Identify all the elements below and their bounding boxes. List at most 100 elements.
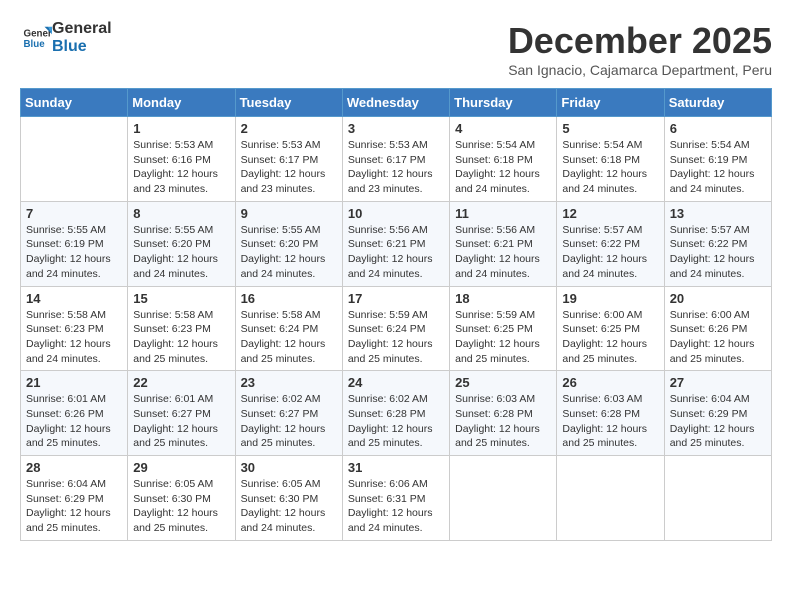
- calendar-cell: 18 Sunrise: 5:59 AMSunset: 6:25 PMDayligh…: [450, 286, 557, 371]
- logo-general-text: General: [52, 20, 112, 38]
- cell-sun-info: Sunrise: 5:54 AMSunset: 6:18 PMDaylight:…: [455, 138, 551, 197]
- cell-sun-info: Sunrise: 5:53 AMSunset: 6:17 PMDaylight:…: [348, 138, 444, 197]
- calendar-week-row: 14 Sunrise: 5:58 AMSunset: 6:23 PMDayligh…: [21, 286, 772, 371]
- cell-sun-info: Sunrise: 6:05 AMSunset: 6:30 PMDaylight:…: [133, 477, 229, 536]
- month-title: December 2025: [508, 20, 772, 62]
- cell-sun-info: Sunrise: 5:54 AMSunset: 6:19 PMDaylight:…: [670, 138, 766, 197]
- calendar-week-row: 28Sunrise: 6:04 AMSunset: 6:29 PMDayligh…: [21, 456, 772, 541]
- cell-sun-info: Sunrise: 5:53 AMSunset: 6:16 PMDaylight:…: [133, 138, 229, 197]
- cell-day-number: 22: [133, 375, 229, 390]
- cell-day-number: 10: [348, 206, 444, 221]
- logo-icon: General Blue: [22, 23, 52, 53]
- cell-day-number: 1: [133, 121, 229, 136]
- cell-day-number: 13: [670, 206, 766, 221]
- cell-day-number: 30: [241, 460, 337, 475]
- cell-sun-info: Sunrise: 6:00 AMSunset: 6:25 PMDaylight:…: [562, 308, 658, 367]
- calendar-cell: 16Sunrise: 5:58 AMSunset: 6:24 PMDayligh…: [235, 286, 342, 371]
- cell-day-number: 17: [348, 291, 444, 306]
- cell-day-number: 20: [670, 291, 766, 306]
- calendar-cell: 21Sunrise: 6:01 AMSunset: 6:26 PMDayligh…: [21, 371, 128, 456]
- calendar-cell: 22Sunrise: 6:01 AMSunset: 6:27 PMDayligh…: [128, 371, 235, 456]
- cell-day-number: 29: [133, 460, 229, 475]
- cell-day-number: 8: [133, 206, 229, 221]
- calendar-cell: [21, 117, 128, 202]
- calendar-cell: 29 Sunrise: 6:05 AMSunset: 6:30 PMDayligh…: [128, 456, 235, 541]
- calendar-cell: 2Sunrise: 5:53 AMSunset: 6:17 PMDaylight…: [235, 117, 342, 202]
- cell-day-number: 14: [26, 291, 122, 306]
- cell-day-number: 19: [562, 291, 658, 306]
- cell-sun-info: Sunrise: 6:05 AMSunset: 6:30 PMDaylight:…: [241, 477, 337, 536]
- calendar-cell: 17 Sunrise: 5:59 AMSunset: 6:24 PMDayligh…: [342, 286, 449, 371]
- calendar-cell: 6Sunrise: 5:54 AMSunset: 6:19 PMDaylight…: [664, 117, 771, 202]
- cell-sun-info: Sunrise: 6:06 AMSunset: 6:31 PMDaylight:…: [348, 477, 444, 536]
- cell-day-number: 25: [455, 375, 551, 390]
- cell-day-number: 18: [455, 291, 551, 306]
- cell-sun-info: Sunrise: 6:02 AMSunset: 6:27 PMDaylight:…: [241, 392, 337, 451]
- logo: General Blue General Blue: [20, 20, 112, 55]
- svg-text:Blue: Blue: [24, 39, 46, 50]
- cell-sun-info: Sunrise: 5:58 AMSunset: 6:23 PMDaylight:…: [26, 308, 122, 367]
- location-title: San Ignacio, Cajamarca Department, Peru: [508, 62, 772, 78]
- logo-blue-text: Blue: [52, 38, 112, 56]
- cell-day-number: 27: [670, 375, 766, 390]
- cell-day-number: 26: [562, 375, 658, 390]
- calendar-table: SundayMondayTuesdayWednesdayThursdayFrid…: [20, 88, 772, 541]
- cell-sun-info: Sunrise: 5:59 AMSunset: 6:24 PMDaylight:…: [348, 308, 444, 367]
- cell-sun-info: Sunrise: 6:04 AMSunset: 6:29 PMDaylight:…: [670, 392, 766, 451]
- weekday-header-friday: Friday: [557, 89, 664, 117]
- calendar-cell: 15 Sunrise: 5:58 AMSunset: 6:23 PMDayligh…: [128, 286, 235, 371]
- cell-sun-info: Sunrise: 5:55 AMSunset: 6:20 PMDaylight:…: [241, 223, 337, 282]
- calendar-cell: 28Sunrise: 6:04 AMSunset: 6:29 PMDayligh…: [21, 456, 128, 541]
- weekday-header-monday: Monday: [128, 89, 235, 117]
- calendar-cell: 7 Sunrise: 5:55 AMSunset: 6:19 PMDaylight…: [21, 201, 128, 286]
- cell-day-number: 15: [133, 291, 229, 306]
- cell-sun-info: Sunrise: 5:58 AMSunset: 6:24 PMDaylight:…: [241, 308, 337, 367]
- calendar-cell: [664, 456, 771, 541]
- calendar-cell: 20 Sunrise: 6:00 AMSunset: 6:26 PMDayligh…: [664, 286, 771, 371]
- cell-day-number: 7: [26, 206, 122, 221]
- header: General Blue General Blue December 2025 …: [20, 20, 772, 78]
- cell-sun-info: Sunrise: 6:00 AMSunset: 6:26 PMDaylight:…: [670, 308, 766, 367]
- calendar-cell: 10 Sunrise: 5:56 AMSunset: 6:21 PMDayligh…: [342, 201, 449, 286]
- calendar-week-row: 7 Sunrise: 5:55 AMSunset: 6:19 PMDaylight…: [21, 201, 772, 286]
- calendar-cell: 23Sunrise: 6:02 AMSunset: 6:27 PMDayligh…: [235, 371, 342, 456]
- calendar-cell: 14 Sunrise: 5:58 AMSunset: 6:23 PMDayligh…: [21, 286, 128, 371]
- cell-sun-info: Sunrise: 5:54 AMSunset: 6:18 PMDaylight:…: [562, 138, 658, 197]
- calendar-cell: [450, 456, 557, 541]
- calendar-cell: 24Sunrise: 6:02 AMSunset: 6:28 PMDayligh…: [342, 371, 449, 456]
- cell-day-number: 28: [26, 460, 122, 475]
- weekday-header-thursday: Thursday: [450, 89, 557, 117]
- cell-day-number: 31: [348, 460, 444, 475]
- weekday-header-row: SundayMondayTuesdayWednesdayThursdayFrid…: [21, 89, 772, 117]
- cell-day-number: 9: [241, 206, 337, 221]
- cell-day-number: 4: [455, 121, 551, 136]
- cell-sun-info: Sunrise: 5:55 AMSunset: 6:20 PMDaylight:…: [133, 223, 229, 282]
- calendar-cell: 1 Sunrise: 5:53 AMSunset: 6:16 PMDaylight…: [128, 117, 235, 202]
- cell-day-number: 5: [562, 121, 658, 136]
- cell-day-number: 11: [455, 206, 551, 221]
- calendar-cell: 25 Sunrise: 6:03 AMSunset: 6:28 PMDayligh…: [450, 371, 557, 456]
- cell-sun-info: Sunrise: 5:56 AMSunset: 6:21 PMDaylight:…: [348, 223, 444, 282]
- calendar-cell: 4 Sunrise: 5:54 AMSunset: 6:18 PMDaylight…: [450, 117, 557, 202]
- weekday-header-wednesday: Wednesday: [342, 89, 449, 117]
- weekday-header-tuesday: Tuesday: [235, 89, 342, 117]
- calendar-cell: 9 Sunrise: 5:55 AMSunset: 6:20 PMDaylight…: [235, 201, 342, 286]
- calendar-week-row: 1 Sunrise: 5:53 AMSunset: 6:16 PMDaylight…: [21, 117, 772, 202]
- cell-sun-info: Sunrise: 5:57 AMSunset: 6:22 PMDaylight:…: [562, 223, 658, 282]
- cell-sun-info: Sunrise: 6:03 AMSunset: 6:28 PMDaylight:…: [562, 392, 658, 451]
- cell-day-number: 12: [562, 206, 658, 221]
- calendar-cell: 30 Sunrise: 6:05 AMSunset: 6:30 PMDayligh…: [235, 456, 342, 541]
- cell-sun-info: Sunrise: 5:57 AMSunset: 6:22 PMDaylight:…: [670, 223, 766, 282]
- cell-sun-info: Sunrise: 6:03 AMSunset: 6:28 PMDaylight:…: [455, 392, 551, 451]
- calendar-cell: 3 Sunrise: 5:53 AMSunset: 6:17 PMDaylight…: [342, 117, 449, 202]
- svg-text:General: General: [24, 28, 53, 39]
- cell-day-number: 3: [348, 121, 444, 136]
- cell-sun-info: Sunrise: 5:58 AMSunset: 6:23 PMDaylight:…: [133, 308, 229, 367]
- calendar-cell: 13 Sunrise: 5:57 AMSunset: 6:22 PMDayligh…: [664, 201, 771, 286]
- calendar-cell: 12 Sunrise: 5:57 AMSunset: 6:22 PMDayligh…: [557, 201, 664, 286]
- calendar-week-row: 21Sunrise: 6:01 AMSunset: 6:26 PMDayligh…: [21, 371, 772, 456]
- cell-sun-info: Sunrise: 5:55 AMSunset: 6:19 PMDaylight:…: [26, 223, 122, 282]
- cell-sun-info: Sunrise: 5:59 AMSunset: 6:25 PMDaylight:…: [455, 308, 551, 367]
- title-area: December 2025 San Ignacio, Cajamarca Dep…: [508, 20, 772, 78]
- cell-day-number: 24: [348, 375, 444, 390]
